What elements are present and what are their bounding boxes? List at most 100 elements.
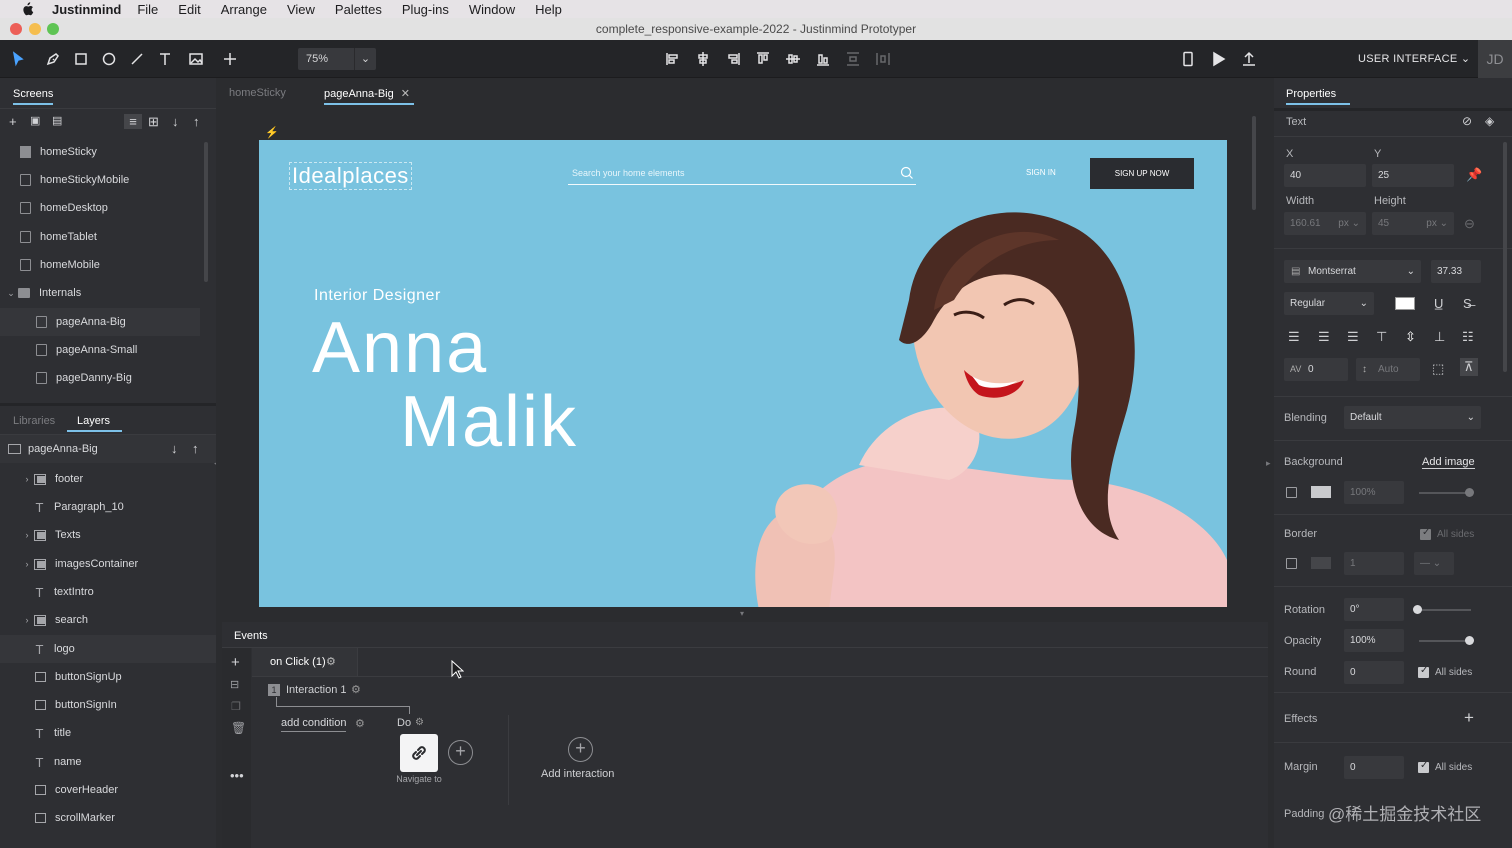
border-width-input[interactable]: 1 <box>1344 552 1404 575</box>
add-image-screen-icon[interactable]: ▣ <box>30 114 40 127</box>
fixed-size-icon[interactable]: ⬚ <box>1432 361 1444 377</box>
canvas-scrollbar[interactable] <box>1252 116 1256 210</box>
gear-icon[interactable]: ⚙ <box>326 655 336 668</box>
add-element-icon[interactable] <box>221 50 239 68</box>
interaction-label[interactable]: Interaction 1 <box>286 684 347 696</box>
collapse-right-panel-icon[interactable]: ▸ <box>1266 458 1271 469</box>
sign-up-button[interactable]: SIGN UP NOW <box>1090 158 1194 189</box>
line-height-input[interactable]: ↕ Auto <box>1356 358 1420 381</box>
layer-item[interactable]: Ttitle <box>0 719 216 747</box>
chevron-down-icon[interactable]: ⌄ <box>354 48 376 70</box>
pen-tool-icon[interactable] <box>44 50 62 68</box>
folder-item[interactable]: ⌄ Internals <box>0 279 216 307</box>
tab-events[interactable]: Events <box>234 630 268 642</box>
distribute-vertical-icon[interactable] <box>844 50 862 68</box>
tab-screens[interactable]: Screens <box>13 88 54 105</box>
artboard-pageanna-big[interactable]: Idealplaces Search your home elements SI… <box>259 140 1227 607</box>
grid-view-icon[interactable]: ⊞ <box>148 114 159 130</box>
round-all-sides-checkbox[interactable] <box>1418 665 1429 678</box>
strikethrough-icon[interactable]: S̶ <box>1463 296 1472 311</box>
bullet-list-icon[interactable]: ☷ <box>1462 329 1474 345</box>
tab-homesticky[interactable]: homeSticky <box>229 87 286 99</box>
simulate-play-icon[interactable] <box>1209 50 1227 68</box>
layer-item[interactable]: coverHeader <box>0 776 216 804</box>
tab-pageanna-big[interactable]: pageAnna-Big ✕ <box>324 87 415 105</box>
background-color-swatch[interactable] <box>1311 486 1331 498</box>
layers-root[interactable]: pageAnna-Big <box>0 435 216 463</box>
text-tool-icon[interactable] <box>156 50 174 68</box>
y-input[interactable]: 25 <box>1372 164 1454 187</box>
layer-item[interactable]: scrollMarker <box>0 804 216 832</box>
search-input[interactable]: Search your home elements <box>568 161 916 185</box>
tab-libraries[interactable]: Libraries <box>13 415 55 427</box>
layer-item[interactable]: › Texts <box>0 521 216 549</box>
width-unit[interactable]: px ⌄ <box>1338 212 1360 235</box>
chevron-right-icon[interactable]: › <box>20 474 34 484</box>
add-folder-icon[interactable]: ▤ <box>52 114 62 127</box>
chevron-right-icon[interactable]: › <box>20 559 34 569</box>
list-view-icon[interactable]: ≡ <box>124 114 142 129</box>
add-interaction-icon[interactable]: + <box>568 737 593 762</box>
zoom-window-button[interactable] <box>47 23 59 35</box>
event-trigger-tab[interactable]: on Click (1) ⚙ <box>252 648 358 676</box>
screens-scrollbar[interactable] <box>204 142 208 282</box>
apple-icon[interactable] <box>20 2 34 16</box>
slider-knob[interactable] <box>1413 605 1422 614</box>
user-interface-mode-select[interactable]: USER INTERFACE ⌄ <box>1358 52 1470 65</box>
screen-item[interactable]: homeDesktop <box>0 194 216 222</box>
height-unit[interactable]: px ⌄ <box>1426 212 1448 235</box>
align-middle-icon[interactable] <box>784 50 802 68</box>
align-right-icon[interactable] <box>724 50 742 68</box>
pin-icon[interactable]: 📌 <box>1466 167 1482 183</box>
menu-palettes[interactable]: Palettes <box>335 2 382 17</box>
sign-in-button[interactable]: SIGN IN <box>1026 168 1056 177</box>
move-down-icon[interactable]: ↓ <box>171 441 178 456</box>
align-center-icon[interactable] <box>694 50 712 68</box>
background-opacity-slider[interactable] <box>1419 492 1471 494</box>
align-bottom-icon[interactable] <box>814 50 832 68</box>
condition-icon[interactable]: ⊟ <box>230 678 239 691</box>
gear-icon[interactable]: ⚙ <box>351 683 361 696</box>
menu-view[interactable]: View <box>287 2 315 17</box>
add-screen-icon[interactable]: + <box>9 114 17 129</box>
screen-item[interactable]: homeMobile <box>0 251 216 279</box>
auto-fit-icon[interactable]: ⊼ <box>1460 358 1478 376</box>
screen-item[interactable]: homeTablet <box>0 223 216 251</box>
layer-item[interactable]: › footer <box>0 465 216 493</box>
ellipse-tool-icon[interactable] <box>100 50 118 68</box>
text-align-left-icon[interactable]: ☰ <box>1288 329 1300 345</box>
copy-icon[interactable]: ❐ <box>231 700 241 713</box>
menu-window[interactable]: Window <box>469 2 515 17</box>
distribute-horizontal-icon[interactable] <box>874 50 892 68</box>
chevron-down-icon[interactable]: ⌄ <box>4 288 18 299</box>
letter-spacing-input[interactable]: AV 0 <box>1284 358 1348 381</box>
image-tool-icon[interactable] <box>187 50 205 68</box>
border-color-swatch[interactable] <box>1311 557 1331 569</box>
menu-arrange[interactable]: Arrange <box>221 2 267 17</box>
layer-item[interactable]: › search <box>0 606 216 634</box>
font-family-select[interactable]: ▤ Montserrat ⌄ <box>1284 260 1421 283</box>
publish-upload-icon[interactable] <box>1240 50 1258 68</box>
search-icon[interactable] <box>900 166 914 180</box>
device-preview-icon[interactable] <box>1179 50 1197 68</box>
valign-top-icon[interactable]: ⊤ <box>1376 329 1387 345</box>
add-effect-icon[interactable]: + <box>1464 708 1474 728</box>
border-style-select[interactable]: — ⌄ <box>1414 552 1454 575</box>
slider-knob[interactable] <box>1465 636 1474 645</box>
blending-select[interactable]: Default ⌄ <box>1344 406 1481 429</box>
layer-item[interactable]: buttonSignUp <box>0 663 216 691</box>
valign-middle-icon[interactable]: ⇳ <box>1405 329 1416 345</box>
tab-layers[interactable]: Layers <box>67 415 123 432</box>
border-checkbox[interactable] <box>1286 558 1297 569</box>
font-size-select[interactable]: 37.33 <box>1431 260 1481 283</box>
margin-input[interactable]: 0 <box>1344 756 1404 779</box>
trash-icon[interactable]: 🗑 <box>231 721 246 735</box>
opacity-input[interactable]: 100% <box>1344 629 1404 652</box>
background-checkbox[interactable] <box>1286 487 1297 498</box>
layer-item[interactable]: Tname <box>0 748 216 776</box>
chevron-right-icon[interactable]: › <box>20 615 34 625</box>
resize-handle-icon[interactable]: ▾ <box>740 609 744 618</box>
tab-properties[interactable]: Properties <box>1286 88 1351 105</box>
screen-item[interactable]: pageDanny-Big <box>0 364 216 392</box>
x-input[interactable]: 40 <box>1284 164 1366 187</box>
